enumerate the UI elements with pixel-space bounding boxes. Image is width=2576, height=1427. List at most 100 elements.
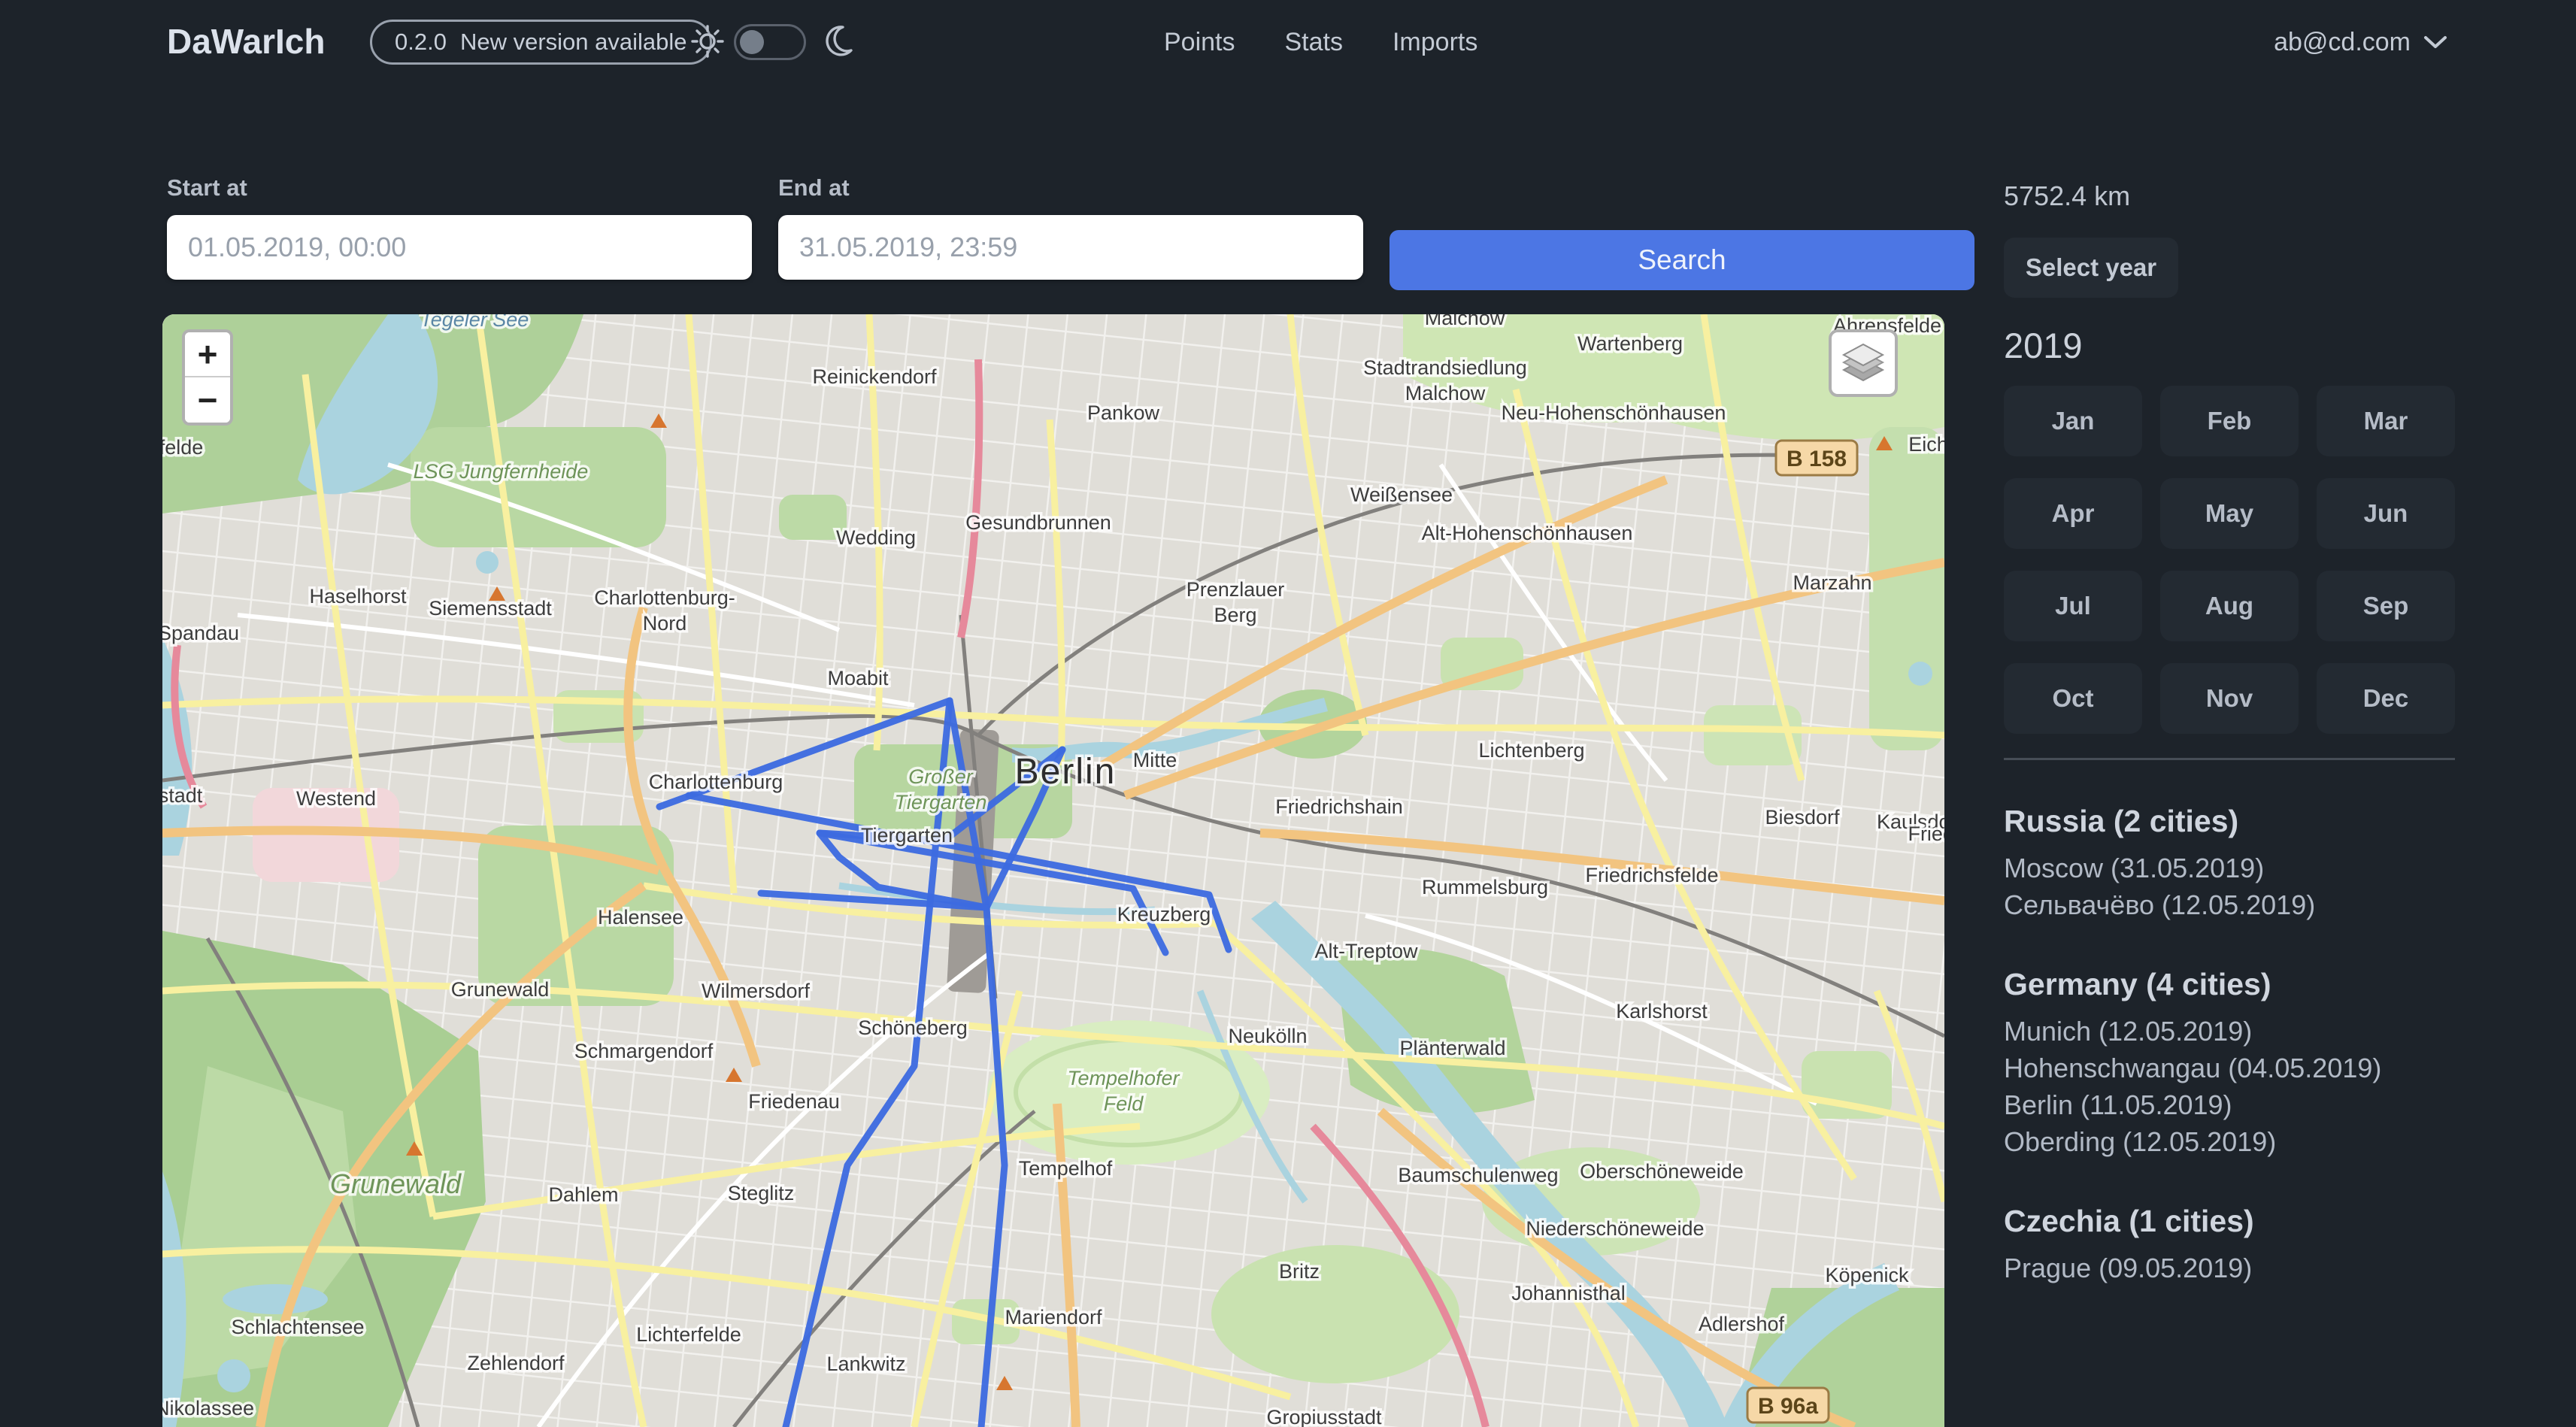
- map-label: Malchow: [1425, 314, 1505, 329]
- city-item: Berlin (11.05.2019): [2004, 1086, 2455, 1123]
- map-label: Neu-Hohenschönhausen: [1502, 401, 1726, 424]
- svg-text:B 158: B 158: [1787, 447, 1847, 471]
- map-label: Schöneberg: [858, 1016, 968, 1039]
- month-button-oct[interactable]: Oct: [2004, 663, 2142, 734]
- month-button-aug[interactable]: Aug: [2160, 571, 2299, 641]
- nav-link-points[interactable]: Points: [1164, 28, 1235, 57]
- map-label: Adlershof: [1699, 1313, 1785, 1335]
- map-label: Malchow: [1405, 382, 1486, 404]
- sun-icon: [689, 23, 726, 64]
- map-layers-control[interactable]: [1829, 329, 1898, 397]
- start-at-input[interactable]: [167, 215, 752, 280]
- zoom-in-button[interactable]: +: [185, 332, 230, 377]
- user-email: ab@cd.com: [2274, 28, 2411, 57]
- map-canvas[interactable]: HakenfeldeTegeler SeeReinickendorfMalcho…: [162, 314, 1944, 1427]
- map-label: Wilhelmstadt: [162, 784, 203, 807]
- road-shield: B 96a: [1747, 1388, 1829, 1422]
- map-label: Baumschulenweg: [1398, 1164, 1558, 1186]
- month-button-mar[interactable]: Mar: [2317, 386, 2455, 456]
- map-label: Berlin: [1015, 752, 1117, 792]
- map-label: Marzahn: [1793, 571, 1871, 594]
- end-at-group: End at: [778, 174, 1363, 280]
- zoom-out-button[interactable]: −: [185, 377, 230, 423]
- search-button[interactable]: Search: [1390, 230, 1974, 290]
- map-label: Tiergarten: [861, 824, 953, 847]
- map-label: Charlottenburg-: [594, 586, 735, 609]
- start-at-group: Start at: [167, 174, 752, 280]
- end-at-label: End at: [778, 174, 1363, 201]
- map-label: LSG Jungfernheide: [414, 460, 589, 483]
- map-label: Niederschöneweide: [1526, 1217, 1704, 1240]
- map-label: Wilmersdorf: [702, 980, 811, 1002]
- total-distance: 5752.4 km: [2004, 180, 2455, 212]
- theme-toggle[interactable]: [734, 24, 806, 60]
- map-label: Kreuzberg: [1117, 903, 1211, 926]
- map-label: Wartenberg: [1577, 332, 1683, 355]
- city-item: Hohenschwangau (04.05.2019): [2004, 1050, 2455, 1086]
- months-grid: Jan Feb Mar Apr May Jun Jul Aug Sep Oct Nov Dec: [2004, 386, 2455, 734]
- map-label: Tempelhofer: [1067, 1067, 1180, 1089]
- map-label: Dahlem: [548, 1183, 618, 1206]
- map-label: Haselhorst: [309, 585, 407, 607]
- year-heading: 2019: [2004, 325, 2455, 366]
- map-label: Friedenau: [748, 1090, 840, 1113]
- start-at-label: Start at: [167, 174, 752, 201]
- map-label: Spandau: [162, 622, 239, 644]
- map-label: Tempelhof: [1019, 1157, 1113, 1180]
- map-label: Plänterwald: [1399, 1037, 1505, 1059]
- map-label: Eiche: [1908, 433, 1944, 456]
- month-button-feb[interactable]: Feb: [2160, 386, 2299, 456]
- map-label: Tegeler See: [420, 314, 529, 331]
- country-heading: Russia (2 cities): [2004, 804, 2455, 839]
- chevron-down-icon: [2423, 33, 2448, 51]
- version-badge[interactable]: 0.2.0 New version available: [370, 20, 712, 65]
- city-item: Munich (12.05.2019): [2004, 1013, 2455, 1050]
- map-label: Köpenick: [1825, 1264, 1909, 1286]
- version-text: New version available: [460, 29, 687, 56]
- moon-icon: [820, 24, 854, 62]
- city-item: Moscow (31.05.2019): [2004, 850, 2455, 886]
- end-at-input[interactable]: [778, 215, 1363, 280]
- month-button-nov[interactable]: Nov: [2160, 663, 2299, 734]
- map-label: Neukölln: [1228, 1025, 1307, 1047]
- map-label: Grunewald: [451, 978, 550, 1001]
- countries-list: Russia (2 cities) Moscow (31.05.2019)Сель…: [2004, 804, 2455, 1286]
- map-zoom-control: + −: [182, 329, 233, 426]
- map-label: Lichterfelde: [636, 1323, 741, 1346]
- map-label: Lankwitz: [826, 1353, 905, 1375]
- month-button-jan[interactable]: Jan: [2004, 386, 2142, 456]
- country-heading: Germany (4 cities): [2004, 967, 2455, 1002]
- select-year-button[interactable]: Select year: [2004, 238, 2178, 298]
- map-label: Westend: [296, 787, 376, 810]
- toggle-knob: [740, 30, 764, 54]
- map-label: Lichtenberg: [1478, 739, 1584, 762]
- map-label: Gropiusstadt: [1266, 1406, 1382, 1427]
- sidebar: 5752.4 km Select year 2019 Jan Feb Mar Apr M…: [2004, 180, 2455, 1286]
- month-button-may[interactable]: May: [2160, 478, 2299, 549]
- map-label: Schmargendorf: [574, 1040, 714, 1062]
- map-tiles: HakenfeldeTegeler SeeReinickendorfMalcho…: [162, 314, 1944, 1427]
- month-button-jul[interactable]: Jul: [2004, 571, 2142, 641]
- city-item: Сельвачёво (12.05.2019): [2004, 886, 2455, 923]
- nav-link-stats[interactable]: Stats: [1285, 28, 1343, 57]
- map-label: Stadtrandsiedlung: [1363, 356, 1527, 379]
- country-section: Germany (4 cities) Munich (12.05.2019)Hoh…: [2004, 967, 2455, 1160]
- map-label: Nikolassee: [162, 1397, 254, 1419]
- month-button-dec[interactable]: Dec: [2317, 663, 2455, 734]
- map-label: Friedrichshain: [1275, 795, 1403, 818]
- map-label: Gesundbrunnen: [965, 511, 1111, 534]
- map-label: Großer: [908, 765, 974, 788]
- country-heading: Czechia (1 cities): [2004, 1204, 2455, 1239]
- map-label: Karlshorst: [1616, 1000, 1708, 1023]
- map-label: Pankow: [1087, 401, 1160, 424]
- map-label: Siemensstadt: [429, 597, 552, 620]
- nav-link-imports[interactable]: Imports: [1393, 28, 1477, 57]
- app-logo[interactable]: DaWarIch: [167, 21, 325, 62]
- month-button-jun[interactable]: Jun: [2317, 478, 2455, 549]
- month-button-sep[interactable]: Sep: [2317, 571, 2455, 641]
- map-label: Biesdorf: [1765, 806, 1840, 829]
- month-button-apr[interactable]: Apr: [2004, 478, 2142, 549]
- user-menu[interactable]: ab@cd.com: [2274, 0, 2448, 84]
- map-label: Britz: [1279, 1260, 1320, 1283]
- map-label: Charlottenburg: [649, 771, 783, 793]
